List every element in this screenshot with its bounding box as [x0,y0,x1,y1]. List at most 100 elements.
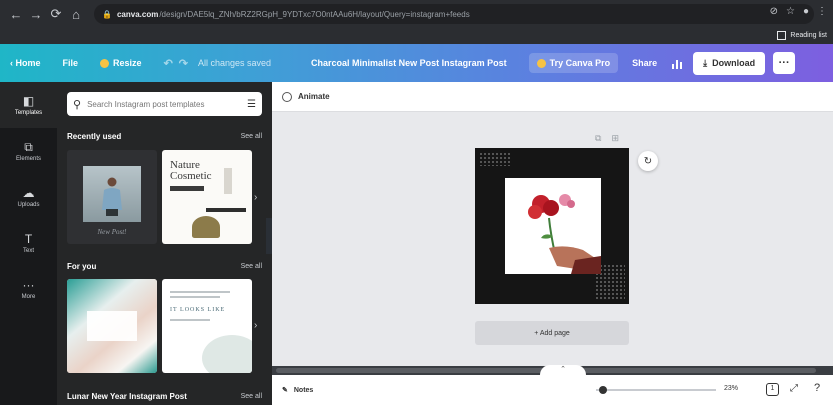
thumb-caption: New Post! [97,228,127,236]
profile-icon[interactable]: ● [803,6,809,17]
animate-icon [282,91,292,102]
download-button[interactable]: ⤓ Download [693,51,766,75]
more-icon: ··· [22,277,35,292]
filter-icon[interactable]: ☰ [247,99,256,110]
thumb-shelf [206,208,246,212]
home-icon[interactable]: ⌂ [68,7,84,22]
template-thumb-marble[interactable] [67,279,157,373]
reading-list-label: Reading list [790,31,827,39]
see-all-link[interactable]: See all [241,263,262,270]
try-pro-label: Try Canva Pro [549,58,611,68]
extension-icon[interactable]: ⊘ [770,6,778,17]
notes-label: Notes [293,386,314,394]
page-count-button[interactable]: 1 [766,383,779,396]
scroll-right-icon[interactable]: › [254,320,257,331]
more-options-button[interactable]: ··· [773,52,796,74]
back-icon[interactable]: ← [8,7,24,22]
browser-actions: ⊘ ☆ ● ⋮ [770,6,827,17]
see-all-link[interactable]: See all [241,393,262,400]
rail-item-text[interactable]: T Text [0,220,57,266]
reading-list[interactable]: Reading list [777,28,827,42]
crown-icon [536,58,546,68]
chevron-up-icon[interactable]: ⌃ [540,365,586,375]
crown-icon [100,58,110,68]
lunar-header: Lunar New Year Instagram Post See all [67,392,262,401]
notes-icon: ✎ [282,387,288,394]
zoom-slider-knob[interactable] [598,386,607,394]
thumb-title: Nature Cosmetic [170,159,212,182]
thumb-plant [192,216,220,238]
lock-icon: 🔒 [102,9,112,19]
design-page[interactable] [475,148,629,304]
address-bar[interactable]: 🔒 canva.com /design/DAE5lq_ZNh/bRZ2RGpH_… [94,4,814,24]
section-title: Recently used [67,132,122,141]
rail-item-more[interactable]: ··· More [0,266,57,312]
template-search[interactable]: ⚲ ☰ [67,92,262,116]
star-icon[interactable]: ☆ [786,6,795,17]
fullscreen-icon[interactable]: ⤢ [790,383,798,394]
template-thumb-minimal[interactable]: IT LOOKS LIKE [162,279,252,373]
templates-icon: ◧ [22,93,35,108]
notes-button[interactable]: ✎ Notes [282,386,314,395]
thumb-line [170,296,220,298]
resize-label: Resize [113,58,142,68]
editor-toolbar: ‹ Home File Resize ↶ ↷ All changes saved… [0,44,833,82]
page-tools: ⧉ ⊞ [595,133,619,144]
zoom-slider[interactable] [596,386,716,394]
forward-icon[interactable]: → [28,7,44,22]
url-path: /design/DAE5lq_ZNh/bRZ2RGpH_9YDTxc7O0ntA… [159,9,470,19]
duplicate-page-icon[interactable]: ⧉ [595,133,601,144]
thumb-card [87,311,137,341]
try-pro-button[interactable]: Try Canva Pro [528,53,619,73]
share-button[interactable]: Share [632,58,657,68]
person-figure [102,177,122,216]
app-window: ← → ⟳ ⌂ 🔒 canva.com /design/DAE5lq_ZNh/b… [0,0,833,405]
download-icon: ⤓ [703,57,708,68]
menu-icon[interactable]: ⋮ [817,6,827,17]
rail-item-label: Uploads [17,201,40,208]
left-rail: ◧ Templates ⧉ Elements ☁ Uploads T Text … [0,82,57,405]
undo-icon[interactable]: ↶ [164,57,173,70]
upload-icon: ☁ [22,185,35,200]
browser-nav-row: ← → ⟳ ⌂ 🔒 canva.com /design/DAE5lq_ZNh/b… [0,0,833,28]
animate-button[interactable]: Animate [298,92,330,101]
add-page-button[interactable]: + Add page [475,321,629,345]
browser-chrome: ← → ⟳ ⌂ 🔒 canva.com /design/DAE5lq_ZNh/b… [0,0,833,44]
template-thumb-nature-cosmetic[interactable]: Nature Cosmetic [162,150,252,244]
resize-button[interactable]: Resize [100,58,142,68]
thumb-text: IT LOOKS LIKE [170,307,226,313]
search-input[interactable] [87,99,238,109]
reading-list-icon [777,30,787,40]
reload-icon[interactable]: ⟳ [48,6,64,22]
section-title: Lunar New Year Instagram Post [67,392,187,401]
add-page-icon[interactable]: ⊞ [611,133,619,144]
flower-photo[interactable] [505,178,601,274]
context-toolbar: Animate [272,82,833,112]
redo-icon[interactable]: ↷ [179,57,188,70]
elements-icon: ⧉ [24,139,33,154]
help-icon[interactable]: ? [814,382,820,394]
thumb-line [170,319,210,321]
rail-item-templates[interactable]: ◧ Templates [0,82,57,128]
see-all-link[interactable]: See all [241,133,262,140]
recently-used-header: Recently used See all [67,132,262,141]
rail-item-elements[interactable]: ⧉ Elements [0,128,57,174]
template-thumb-new-post[interactable]: New Post! [67,150,157,244]
section-title: For you [67,262,97,271]
home-button[interactable]: ‹ Home [10,58,41,68]
rail-item-uploads[interactable]: ☁ Uploads [0,174,57,220]
rail-item-label: Text [22,247,34,254]
templates-panel: ⚲ ☰ Recently used See all New Post! Natu… [57,82,272,405]
url-host: canva.com [116,9,159,19]
scroll-right-icon[interactable]: › [254,192,257,203]
canvas-area: Animate ⧉ ⊞ ↻ + Add page ⌃ [272,82,833,375]
rose-image [528,194,601,274]
file-menu[interactable]: File [63,58,79,68]
refresh-icon[interactable]: ↻ [638,151,658,171]
search-icon: ⚲ [73,98,82,111]
insights-icon[interactable] [671,57,683,69]
document-title[interactable]: Charcoal Minimalist New Post Instagram P… [311,58,507,68]
zoom-level[interactable]: 23% [724,385,738,392]
thumb-bar [170,186,204,191]
dot-pattern [479,152,511,166]
